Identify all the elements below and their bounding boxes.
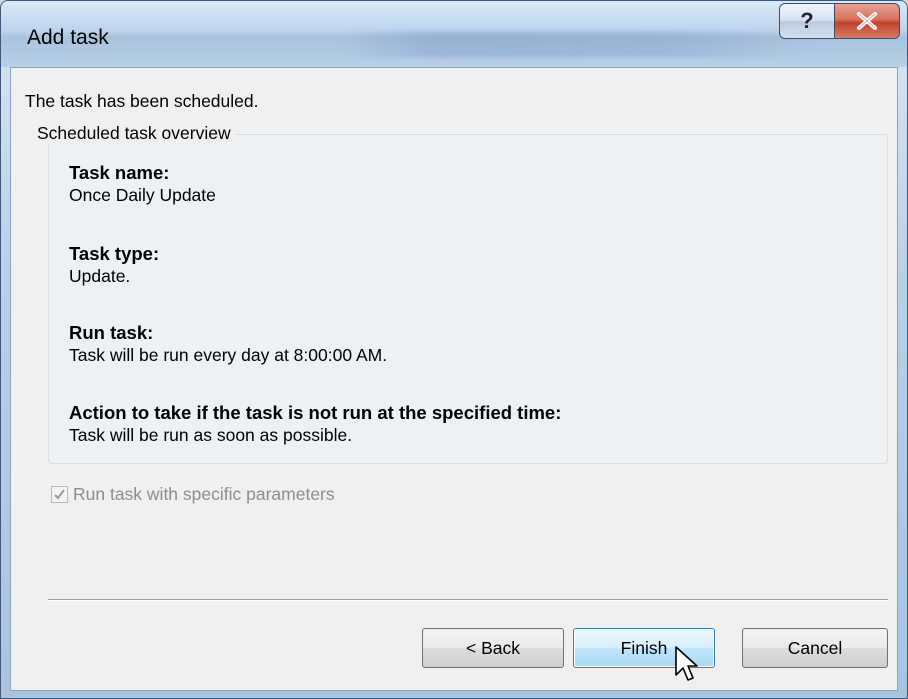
- help-button[interactable]: ?: [779, 3, 835, 39]
- mouse-pointer-icon: [675, 646, 698, 681]
- checkbox-label: Run task with specific parameters: [73, 484, 335, 504]
- close-button[interactable]: [834, 3, 900, 39]
- window-title: Add task: [27, 26, 109, 49]
- section-heading: Action to take if the task is not run at…: [69, 402, 562, 423]
- run-task-section: Run task: Task will be run every day at …: [69, 322, 387, 366]
- section-heading: Run task:: [69, 322, 154, 343]
- help-icon: ?: [800, 8, 814, 33]
- section-heading: Task name:: [69, 162, 170, 183]
- section-value: Once Daily Update: [69, 185, 216, 205]
- task-name-section: Task name: Once Daily Update: [69, 162, 216, 206]
- title-bar[interactable]: Add task ?: [1, 1, 907, 67]
- status-message: The task has been scheduled.: [25, 91, 259, 111]
- button-separator: [48, 599, 888, 601]
- group-title: Scheduled task overview: [33, 123, 235, 144]
- checkmark-icon: [54, 489, 65, 500]
- section-heading: Task type:: [69, 243, 160, 264]
- back-button[interactable]: < Back: [422, 628, 564, 668]
- dialog-window: Add task ? The task has been scheduled. …: [0, 0, 908, 699]
- dialog-content: The task has been scheduled. Scheduled t…: [10, 67, 898, 691]
- section-value: Update.: [69, 266, 131, 286]
- checkbox-box[interactable]: [51, 486, 68, 503]
- section-value: Task will be run as soon as possible.: [69, 425, 353, 445]
- run-with-parameters-checkbox[interactable]: Run task with specific parameters: [51, 484, 335, 505]
- background-window-reflection: [341, 31, 811, 57]
- section-value: Task will be run every day at 8:00:00 AM…: [69, 345, 388, 365]
- task-type-section: Task type: Update.: [69, 243, 159, 287]
- cancel-button[interactable]: Cancel: [742, 628, 888, 668]
- missed-run-action-section: Action to take if the task is not run at…: [69, 402, 561, 446]
- close-icon: [857, 12, 877, 30]
